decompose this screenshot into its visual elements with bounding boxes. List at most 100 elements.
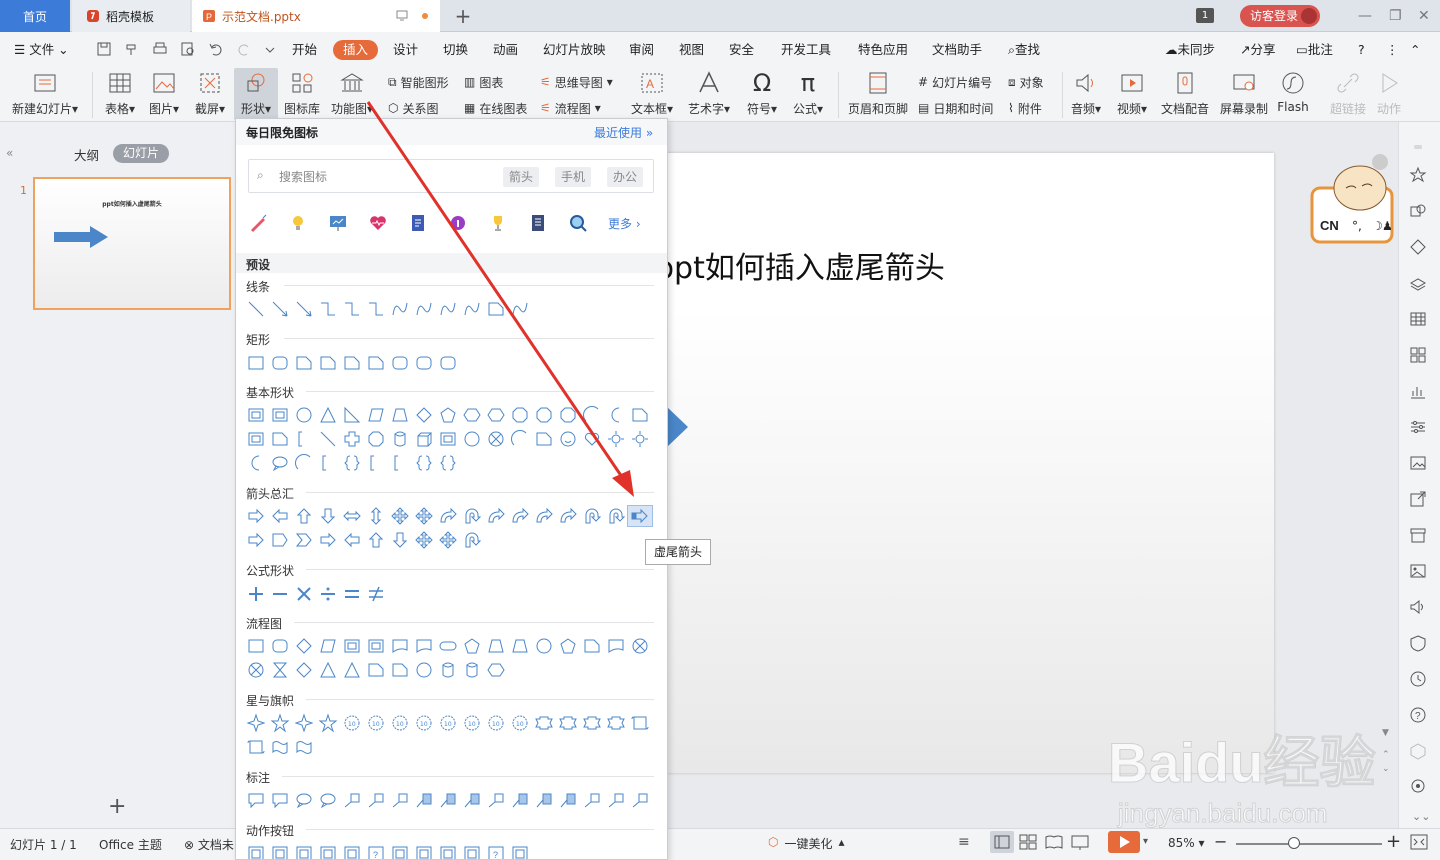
slide-thumbnail[interactable]: ppt如何插入虚尾箭头 [33, 177, 231, 310]
vertical-scroll-icon[interactable] [628, 713, 652, 733]
flow-direct-access-storage-icon[interactable] [460, 660, 484, 680]
relation-chart-button[interactable]: ⬡ 关系图 [388, 99, 439, 117]
login-button[interactable]: 访客登录 [1240, 5, 1320, 27]
audio-button[interactable]: 音频▾ [1066, 70, 1106, 117]
rectangle-icon[interactable] [244, 353, 268, 373]
chart-button[interactable]: ▥ 图表 [464, 73, 503, 91]
slide-number-button[interactable]: # 幻灯片编号 [918, 73, 992, 91]
function-chart-button[interactable]: 功能图▾ [330, 70, 374, 117]
accent-callout-1-icon[interactable] [412, 790, 436, 810]
right-bracket-icon[interactable] [388, 453, 412, 473]
flow-multidocument-icon[interactable] [412, 636, 436, 656]
flow-terminator-icon[interactable] [436, 636, 460, 656]
notched-right-arrow-icon[interactable] [244, 530, 268, 550]
flowchart-button[interactable]: ⚟ 流程图 ▾ [540, 99, 601, 117]
elbow-arrow-connector-icon[interactable] [340, 299, 364, 319]
flow-connector-icon[interactable] [532, 636, 556, 656]
left-bracket-icon[interactable] [364, 453, 388, 473]
menu-tab-developer[interactable]: 开发工具 [781, 40, 831, 60]
menu-tab-slideshow[interactable]: 幻灯片放映 [543, 40, 606, 60]
division-sign-icon[interactable] [316, 584, 340, 604]
action-button-movie-icon[interactable] [412, 844, 436, 860]
menu-tab-insert[interactable]: 插入 [333, 40, 379, 60]
menu-tab-features[interactable]: 特色应用 [858, 40, 908, 60]
action-button-back-icon[interactable] [244, 844, 268, 860]
star-icon[interactable] [1409, 166, 1427, 184]
right-triangle-icon[interactable] [340, 405, 364, 425]
beautify-button[interactable]: ⬡ 一键美化 ▴ [768, 835, 845, 852]
tab-docer-templates[interactable]: 稻壳模板 [72, 0, 190, 32]
mind-map-button[interactable]: ⚟ 思维导图 ▾ [540, 73, 613, 91]
16-point-star-icon[interactable]: 10 [460, 713, 484, 733]
zoom-slider-thumb[interactable] [1288, 837, 1300, 849]
frame-icon[interactable] [244, 429, 268, 449]
no-symbol-icon[interactable] [484, 429, 508, 449]
zoom-select[interactable]: 85% ▾ [1168, 836, 1205, 850]
accent-border-callout-3-icon[interactable] [556, 790, 580, 810]
elbow-connector-icon[interactable] [316, 299, 340, 319]
flow-manual-input-icon[interactable] [484, 636, 508, 656]
window-count-badge[interactable]: 1 [1196, 8, 1214, 23]
restore-icon[interactable]: ❐ [1389, 8, 1402, 24]
scroll-down-icon[interactable]: ▼ [1382, 728, 1389, 738]
wordart-button[interactable]: 艺术字▾ [686, 70, 732, 117]
cube-icon[interactable] [1409, 742, 1427, 760]
freeform-icon[interactable] [484, 299, 508, 319]
action-button-custom-icon[interactable] [508, 844, 532, 860]
double-brace-icon[interactable] [340, 453, 364, 473]
heptagon-icon[interactable] [484, 405, 508, 425]
can-icon[interactable] [388, 429, 412, 449]
curved-right-arrow-icon[interactable] [532, 506, 556, 526]
12-point-star-icon[interactable]: 10 [436, 713, 460, 733]
action-button-help-icon[interactable]: ? [484, 844, 508, 860]
bent-up-arrow-icon[interactable] [508, 506, 532, 526]
l-shape-icon[interactable] [292, 429, 316, 449]
cloud-icon[interactable] [268, 453, 292, 473]
menu-tab-start[interactable]: 开始 [292, 40, 317, 60]
no-border-callout-2-icon[interactable] [604, 790, 628, 810]
flow-or-icon[interactable] [244, 660, 268, 680]
flow-stored-data-icon[interactable] [364, 660, 388, 680]
flow-preparation-icon[interactable] [460, 636, 484, 656]
redo-icon[interactable] [236, 41, 252, 57]
arrow-line-icon[interactable] [268, 299, 292, 319]
right-arrow-icon[interactable] [244, 506, 268, 526]
shape-button[interactable]: 形状▾ [234, 70, 278, 117]
share-button[interactable]: ↗分享 [1240, 40, 1276, 60]
curved-up-arrow-icon[interactable] [580, 506, 604, 526]
circular-arrow-icon[interactable] [460, 530, 484, 550]
screen-record-button[interactable]: 屏幕录制 [1216, 70, 1272, 117]
flash-button[interactable]: Flash [1274, 70, 1312, 114]
grid-panel-icon[interactable] [1409, 346, 1427, 364]
action-button-return-icon[interactable] [388, 844, 412, 860]
rectangular-callout-icon[interactable] [244, 790, 268, 810]
datetime-button[interactable]: ▤ 日期和时间 [918, 99, 993, 117]
action-button-document-icon[interactable] [436, 844, 460, 860]
octagon-icon[interactable] [508, 405, 532, 425]
slideshow-options-icon[interactable]: ▾ [1143, 836, 1148, 847]
table-button[interactable]: 表格▾ [100, 70, 140, 117]
online-chart-button[interactable]: ▦ 在线图表 [464, 99, 527, 117]
flow-offpage-connector-icon[interactable] [556, 636, 580, 656]
quad-arrow-icon[interactable] [388, 506, 412, 526]
diamond-icon[interactable] [412, 405, 436, 425]
heart-icon[interactable] [580, 429, 604, 449]
dodecagon-icon[interactable] [556, 405, 580, 425]
curved-down-ribbon-icon[interactable] [604, 713, 628, 733]
accent-border-callout-2-icon[interactable] [532, 790, 556, 810]
action-button-information-icon[interactable]: ? [364, 844, 388, 860]
flow-punched-tape-icon[interactable] [604, 636, 628, 656]
snip-same-side-rectangle-icon[interactable] [316, 353, 340, 373]
export-icon[interactable] [1409, 490, 1427, 508]
down-arrow-icon[interactable] [316, 506, 340, 526]
multiply-sign-icon[interactable] [292, 584, 316, 604]
border-callout-1-icon[interactable] [484, 790, 508, 810]
picture-button[interactable]: 图片▾ [144, 70, 184, 117]
curved-down-arrow-icon[interactable] [604, 506, 628, 526]
input-method-mascot[interactable]: CN °, ☽ ♟ [1310, 150, 1396, 246]
layers-icon[interactable] [1409, 274, 1427, 292]
curved-connector-icon[interactable] [388, 299, 412, 319]
history-icon[interactable] [1409, 670, 1427, 688]
settings-sliders-icon[interactable] [1409, 418, 1427, 436]
diagonal-stripe-icon[interactable] [316, 429, 340, 449]
